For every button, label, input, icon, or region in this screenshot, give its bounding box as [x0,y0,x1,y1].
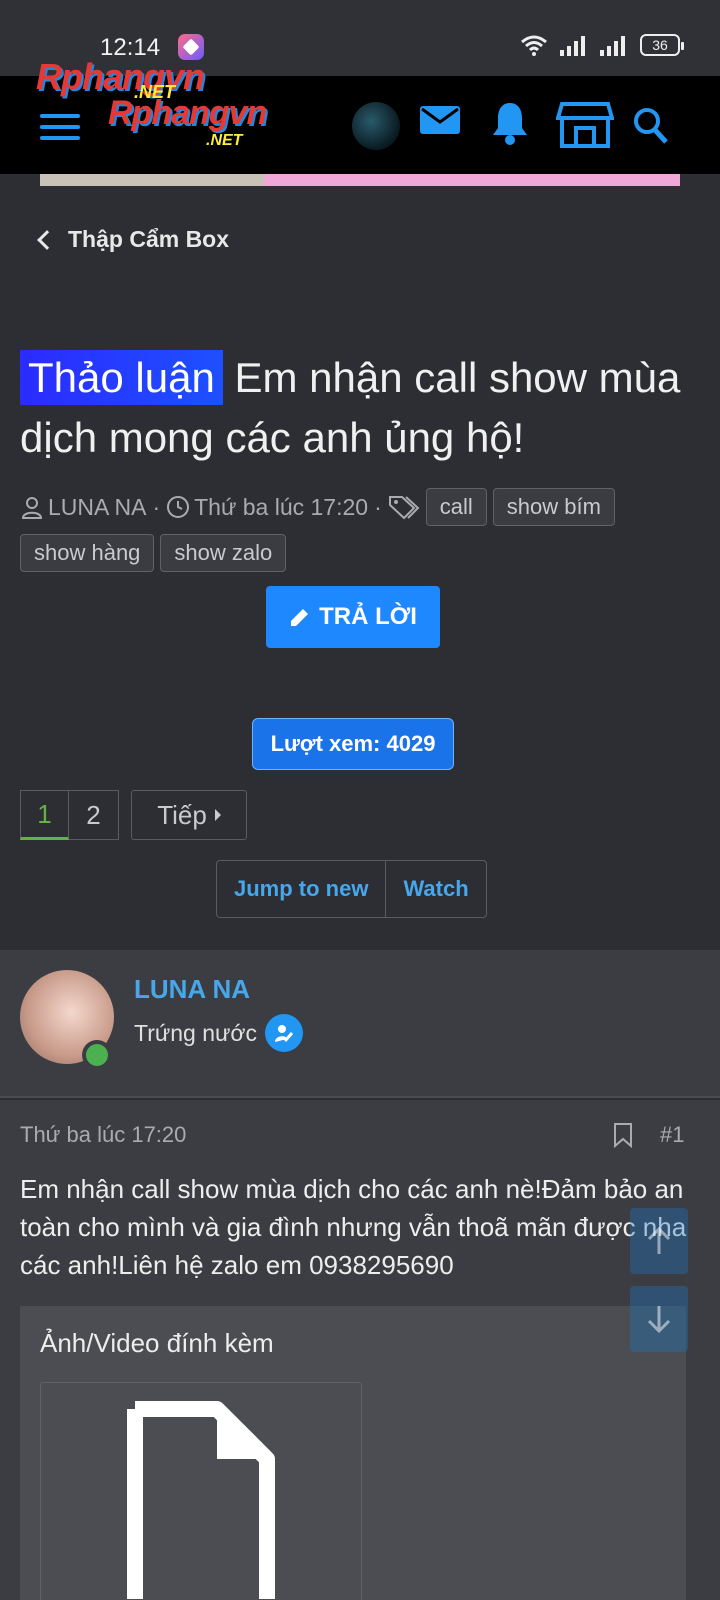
post-number[interactable]: #1 [660,1122,684,1148]
thread-author[interactable]: LUNA NA [48,494,146,521]
thread-meta: LUNA NA · Thứ ba lúc 17:20 · call show b… [20,488,710,572]
post-body: Thứ ba lúc 17:20 #1 Em nhận call show mù… [0,1100,720,1600]
scroll-down-button[interactable] [630,1286,688,1352]
breadcrumb[interactable]: Thập Cẩm Box [34,226,229,253]
tag-show-zalo[interactable]: show zalo [160,534,287,572]
page-1-button[interactable]: 1 [20,790,69,840]
page-2-button[interactable]: 2 [69,790,119,840]
scroll-up-button[interactable] [630,1208,688,1274]
battery-indicator: 36 [640,34,684,56]
meta-separator: · [374,493,382,520]
arrow-down-icon [647,1306,671,1334]
status-indicators: 36 [520,34,684,56]
reply-button[interactable]: TRẢ LỜI [266,586,440,648]
wifi-icon [521,35,547,56]
site-logo[interactable]: Rphangvn .NET Rphangvn .NET [36,56,316,156]
post-user-block: LUNA NA Trứng nước [0,950,720,1098]
attachment-thumbnail[interactable] [40,1382,362,1600]
attachments-section: Ảnh/Video đính kèm [20,1306,686,1600]
tag-call[interactable]: call [425,488,487,526]
user-title: Trứng nước [134,1014,303,1052]
user-title-text: Trứng nước [134,1019,257,1046]
pencil-icon [291,609,309,626]
signal-icon-2 [600,36,625,56]
meta-separator: · [152,493,161,520]
logo-net-bottom: .NET [206,132,243,149]
next-page-button[interactable]: Tiếp [131,790,247,840]
caret-right-icon [214,809,221,821]
arrow-up-icon [647,1226,671,1254]
logo-text-bottom: Rphangvn [108,94,267,132]
app-header: Rphangvn .NET Rphangvn .NET [0,56,720,174]
tag-show-hang[interactable]: show hàng [20,534,155,572]
mail-icon[interactable] [418,100,462,140]
logo-text-top: Rphangvn [36,56,205,97]
reply-button-label: TRẢ LỜI [319,603,417,630]
bell-icon[interactable] [490,100,530,146]
file-icon [127,1401,275,1599]
post-date[interactable]: Thứ ba lúc 17:20 [20,1122,186,1148]
pagination: 1 2 Tiếp [20,790,247,840]
verified-user-icon [265,1014,303,1052]
post-username[interactable]: LUNA NA [134,974,250,1005]
thread-date[interactable]: Thứ ba lúc 17:20 [194,494,368,521]
user-icon [21,497,43,519]
thread-prefix[interactable]: Thảo luận [20,350,223,405]
chevron-left-icon [37,229,57,250]
tags-icon [388,496,420,520]
header-user-avatar[interactable] [352,102,400,150]
post-text: Em nhận call show mùa dịch cho các anh n… [20,1174,687,1280]
jump-to-new-button[interactable]: Jump to new [217,861,385,917]
clock-icon [167,496,190,518]
breadcrumb-label: Thập Cẩm Box [68,226,230,252]
signal-icon-1 [560,36,585,56]
next-page-label: Tiếp [157,799,207,830]
bookmark-icon[interactable] [612,1122,634,1153]
online-status-indicator [82,1040,112,1070]
tag-show-bim[interactable]: show bím [492,488,615,526]
watch-button[interactable]: Watch [385,861,485,917]
search-icon[interactable] [632,106,670,146]
thread-actions: Jump to new Watch [216,860,487,918]
thread-title: Thảo luận Em nhận call show mùa dịch mon… [20,348,700,468]
store-icon[interactable] [556,100,614,150]
banner-ad[interactable] [40,174,680,186]
attachments-title: Ảnh/Video đính kèm [40,1328,274,1358]
view-count-badge: Lượt xem: 4029 [252,718,454,770]
